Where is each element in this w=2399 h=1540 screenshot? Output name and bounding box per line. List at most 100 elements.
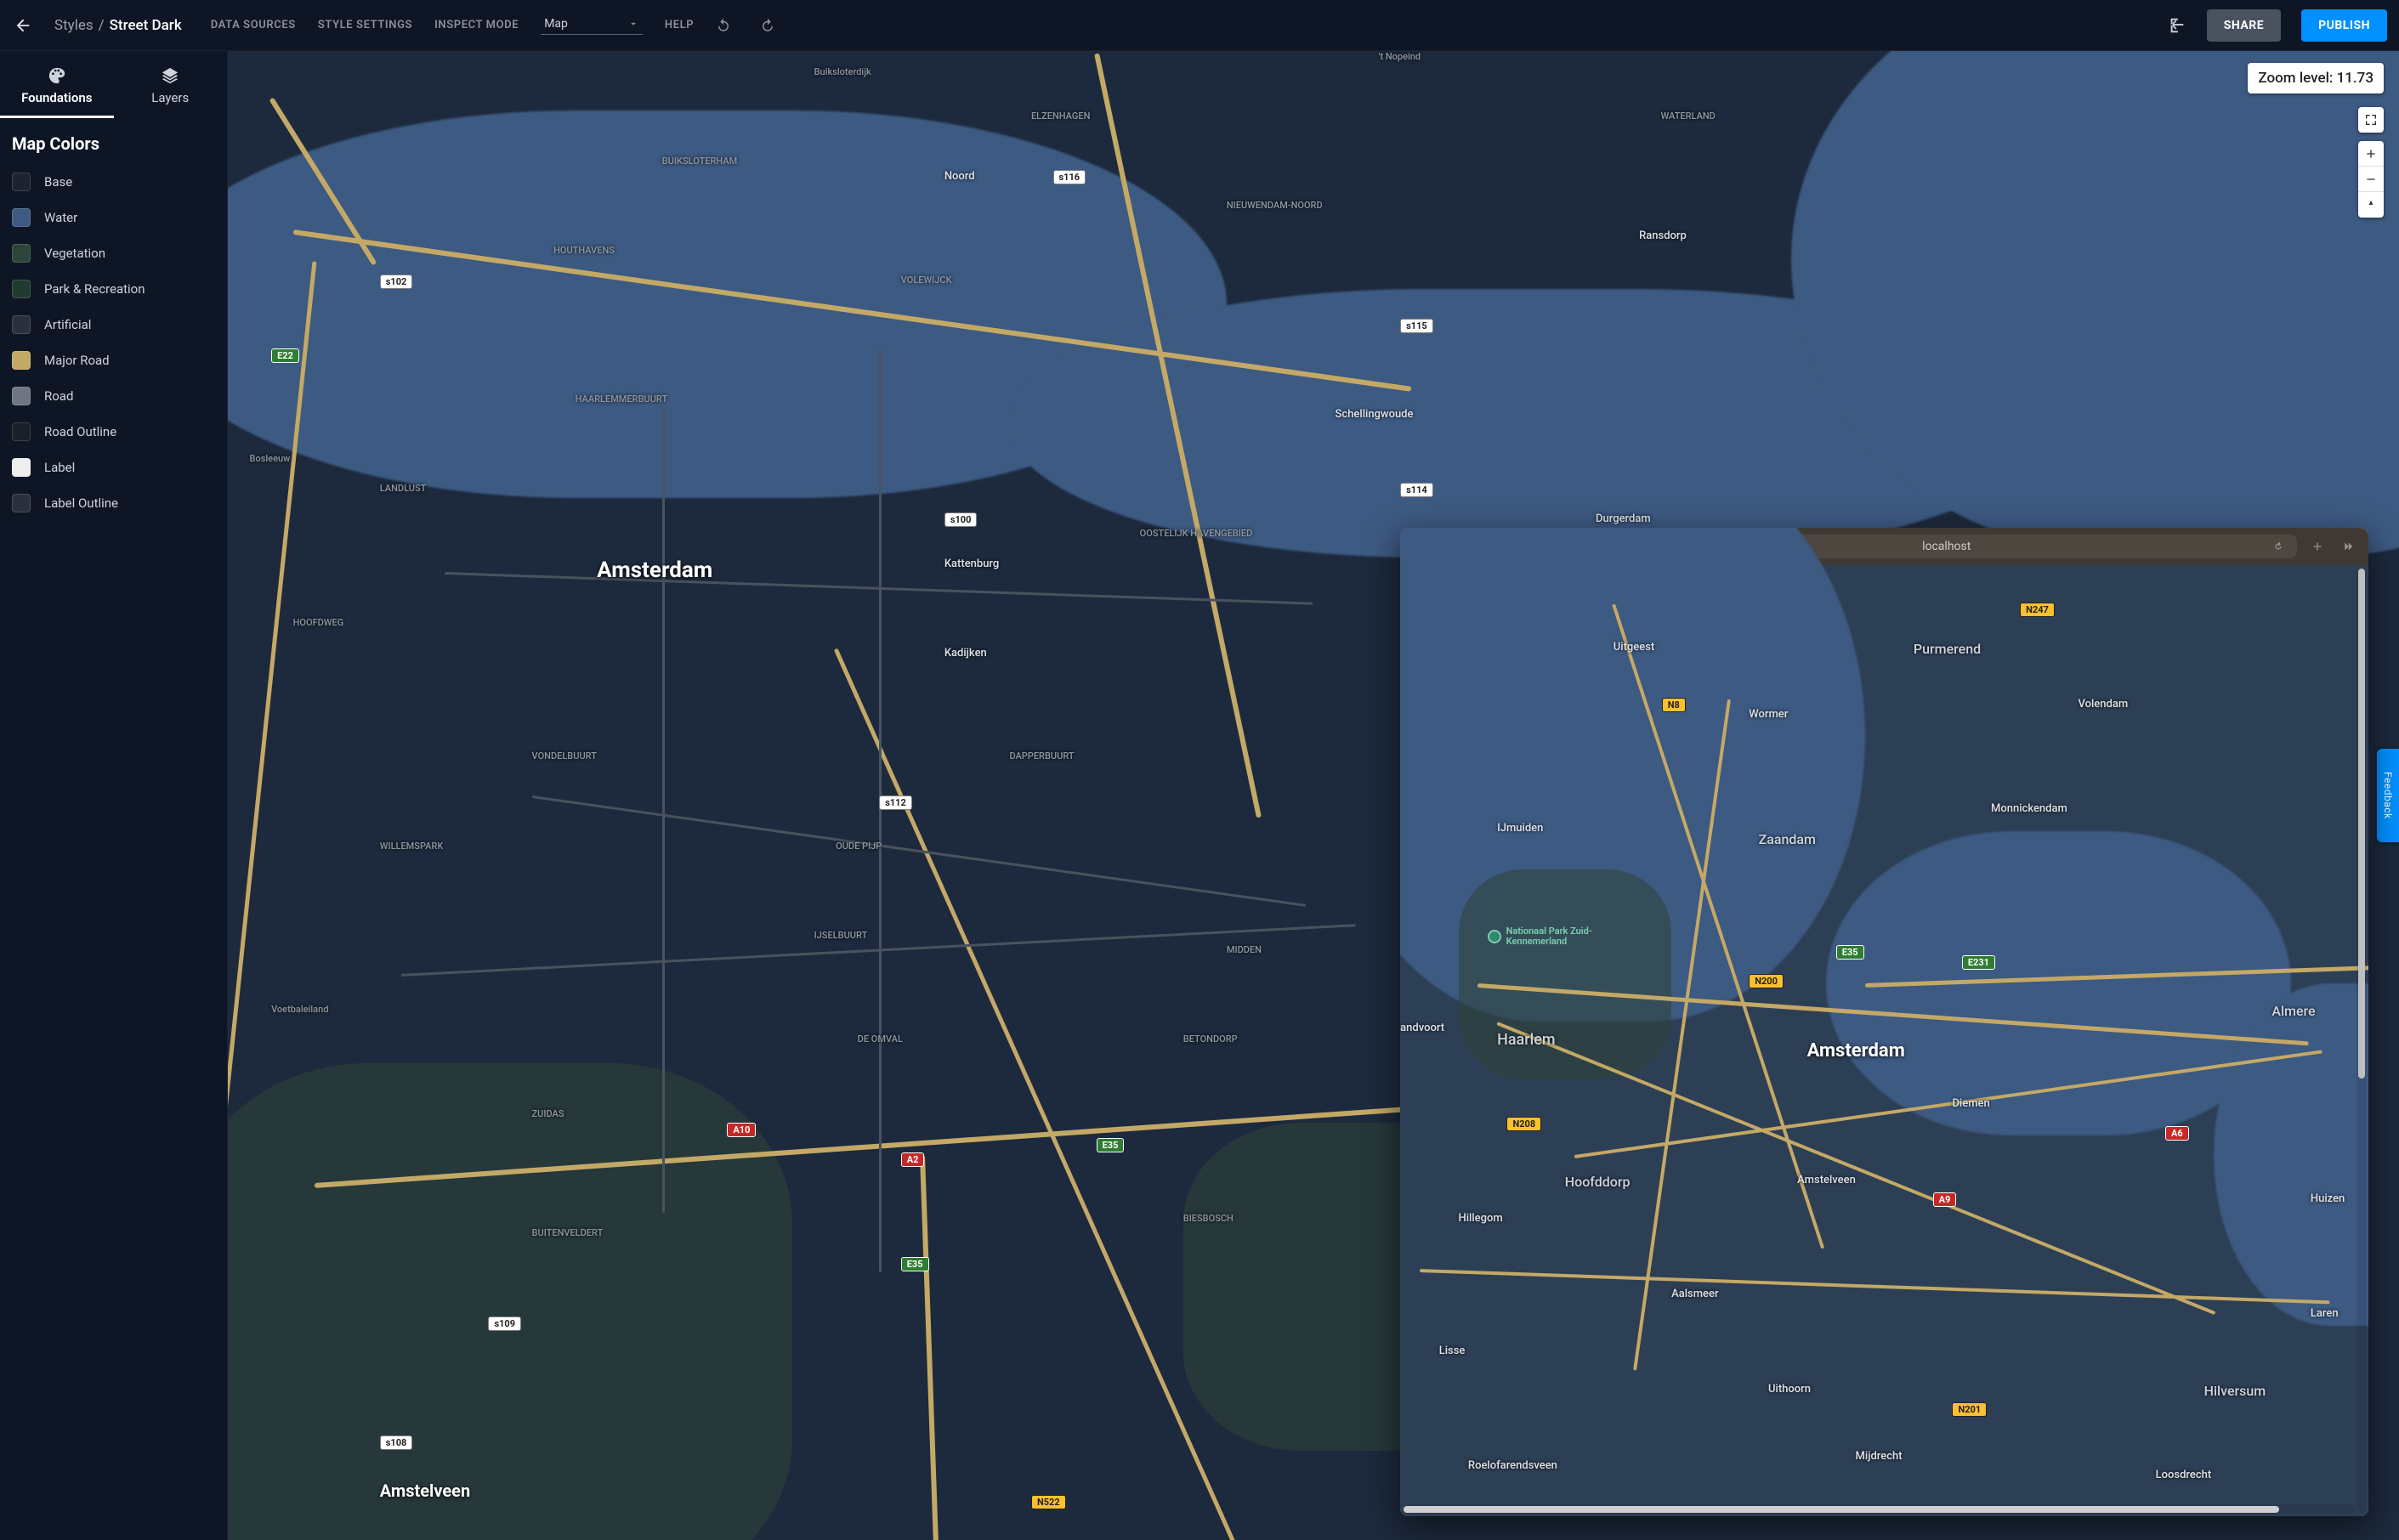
swatch-base bbox=[12, 173, 31, 191]
preview-label: Mijdrecht bbox=[1856, 1450, 1903, 1463]
inspect-mode-dropdown[interactable]: Map bbox=[541, 15, 643, 35]
swatch-park bbox=[12, 280, 31, 298]
swatch-row-artificial[interactable]: Artificial bbox=[0, 307, 227, 343]
topbar: Styles / Street Dark DATA SOURCES STYLE … bbox=[0, 0, 2399, 51]
sidebar-tabs: Foundations Layers bbox=[0, 58, 227, 118]
map-label: Ransdorp bbox=[1639, 229, 1687, 242]
preview-label: Hilversum bbox=[2204, 1383, 2266, 1399]
logout-icon bbox=[2168, 16, 2186, 35]
share-button[interactable]: SHARE bbox=[2207, 9, 2281, 42]
swatch-row-park[interactable]: Park & Recreation bbox=[0, 271, 227, 307]
map-colors-list: Base Water Vegetation Park & Recreation … bbox=[0, 161, 227, 524]
preview-horizontal-scrollbar[interactable] bbox=[1404, 1504, 2355, 1515]
preview-label: Volendam bbox=[2079, 698, 2129, 711]
reload-button[interactable] bbox=[2268, 541, 2288, 552]
map-controls bbox=[2358, 107, 2384, 218]
map-canvas: Amsterdam Amstelveen Buiksloterdijk 't N… bbox=[228, 51, 2399, 1540]
park-label: Nationaal Park Zuid- Kennemerland bbox=[1506, 926, 1592, 947]
zoom-level-badge: Zoom level: 11.73 bbox=[2248, 63, 2384, 93]
swatch-row-road-outline[interactable]: Road Outline bbox=[0, 414, 227, 450]
map-label: Buiksloterdijk bbox=[814, 66, 871, 77]
route-shield: N522 bbox=[1031, 1495, 1066, 1509]
swatch-row-major-road[interactable]: Major Road bbox=[0, 343, 227, 378]
swatch-label: Label bbox=[44, 460, 75, 475]
open-external-button[interactable] bbox=[2168, 16, 2186, 35]
breadcrumb-root[interactable]: Styles bbox=[54, 17, 94, 34]
redo-button[interactable] bbox=[758, 16, 777, 35]
new-tab-button[interactable] bbox=[2307, 540, 2328, 553]
map-label: IJSELBUURT bbox=[814, 930, 868, 941]
fullscreen-button[interactable] bbox=[2358, 107, 2384, 133]
park-marker: Nationaal Park Zuid- Kennemerland bbox=[1488, 926, 1592, 947]
tab-layers-label: Layers bbox=[151, 90, 189, 105]
preview-label: Amstelveen bbox=[1797, 1174, 1856, 1186]
park-pin-icon bbox=[1488, 930, 1501, 943]
map-label: 't Nopeind bbox=[1379, 51, 1421, 62]
route-shield: E35 bbox=[1097, 1138, 1125, 1152]
minus-icon bbox=[2364, 173, 2378, 186]
reload-icon bbox=[2272, 541, 2284, 552]
preview-map[interactable]: Amsterdam Uitgeest Purmerend Wormer Vole… bbox=[1400, 565, 2368, 1516]
inspect-mode-value: Map bbox=[544, 17, 568, 31]
feedback-tab[interactable]: Feedback bbox=[2377, 749, 2399, 842]
swatch-label: Vegetation bbox=[44, 246, 105, 261]
zoom-in-button[interactable] bbox=[2358, 141, 2384, 167]
swatch-label: Major Road bbox=[44, 353, 110, 368]
undo-button[interactable] bbox=[714, 16, 733, 35]
compass-icon bbox=[2365, 199, 2377, 211]
swatch-row-road[interactable]: Road bbox=[0, 378, 227, 414]
swatch-row-label-outline[interactable]: Label Outline bbox=[0, 485, 227, 521]
preview-window[interactable]: localhost bbox=[1400, 528, 2368, 1516]
preview-label: Lisse bbox=[1439, 1345, 1466, 1357]
preview-label: Hillegom bbox=[1459, 1212, 1503, 1225]
zoom-out-button[interactable] bbox=[2358, 167, 2384, 192]
menu-help[interactable]: HELP bbox=[665, 19, 694, 31]
preview-vertical-scrollbar[interactable] bbox=[2356, 569, 2367, 1513]
map-label: MIDDEN bbox=[1227, 944, 1262, 955]
undo-icon bbox=[716, 18, 731, 33]
redo-icon bbox=[760, 18, 775, 33]
swatch-row-label[interactable]: Label bbox=[0, 450, 227, 485]
preview-label: Monnickendam bbox=[1991, 802, 2067, 815]
back-button[interactable] bbox=[12, 14, 34, 37]
swatch-artificial bbox=[12, 315, 31, 334]
preview-label: Roelofarendsveen bbox=[1468, 1459, 1557, 1472]
route-shield: N208 bbox=[1506, 1117, 1541, 1131]
map-label: Kattenburg bbox=[944, 558, 999, 570]
swatch-label: Artificial bbox=[44, 317, 91, 332]
swatch-label: Label Outline bbox=[44, 495, 118, 511]
menu-style-settings[interactable]: STYLE SETTINGS bbox=[318, 19, 412, 31]
palette-icon bbox=[48, 66, 66, 85]
swatch-row-water[interactable]: Water bbox=[0, 200, 227, 235]
swatch-road-outline bbox=[12, 422, 31, 441]
sidebar: Foundations Layers Map Colors Base Water… bbox=[0, 51, 228, 1540]
swatch-label: Base bbox=[44, 174, 72, 190]
tabs-overview-button[interactable] bbox=[2338, 539, 2358, 554]
map-label: HOOFDWEG bbox=[293, 617, 344, 628]
tab-layers[interactable]: Layers bbox=[114, 58, 228, 118]
map-label: WILLEMSPARK bbox=[380, 841, 444, 852]
map-label: VONDELBUURT bbox=[532, 750, 597, 762]
preview-label: Aalsmeer bbox=[1671, 1288, 1718, 1300]
breadcrumb-leaf: Street Dark bbox=[110, 17, 182, 34]
route-shield: s100 bbox=[944, 512, 978, 527]
preview-label: andvoort bbox=[1400, 1022, 1444, 1034]
menu-data-sources[interactable]: DATA SOURCES bbox=[211, 19, 296, 31]
map-viewport[interactable]: Amsterdam Amstelveen Buiksloterdijk 't N… bbox=[228, 51, 2399, 1540]
swatch-row-base[interactable]: Base bbox=[0, 164, 227, 200]
swatch-label: Road bbox=[44, 388, 73, 404]
map-label: WATERLAND bbox=[1661, 110, 1716, 122]
swatch-row-vegetation[interactable]: Vegetation bbox=[0, 235, 227, 271]
map-label: ELZENHAGEN bbox=[1031, 110, 1090, 122]
tab-foundations[interactable]: Foundations bbox=[0, 58, 114, 118]
arrow-left-icon bbox=[14, 16, 32, 35]
chevron-down-icon bbox=[627, 18, 639, 30]
topbar-history bbox=[714, 16, 777, 35]
compass-button[interactable] bbox=[2358, 192, 2384, 218]
publish-button[interactable]: PUBLISH bbox=[2301, 9, 2387, 42]
map-label: BETONDORP bbox=[1183, 1033, 1238, 1045]
map-label: DAPPERBUURT bbox=[1009, 750, 1074, 762]
route-shield: N201 bbox=[1952, 1402, 1987, 1417]
menu-inspect-mode[interactable]: INSPECT MODE bbox=[434, 19, 519, 31]
preview-label: Purmerend bbox=[1914, 641, 1981, 657]
